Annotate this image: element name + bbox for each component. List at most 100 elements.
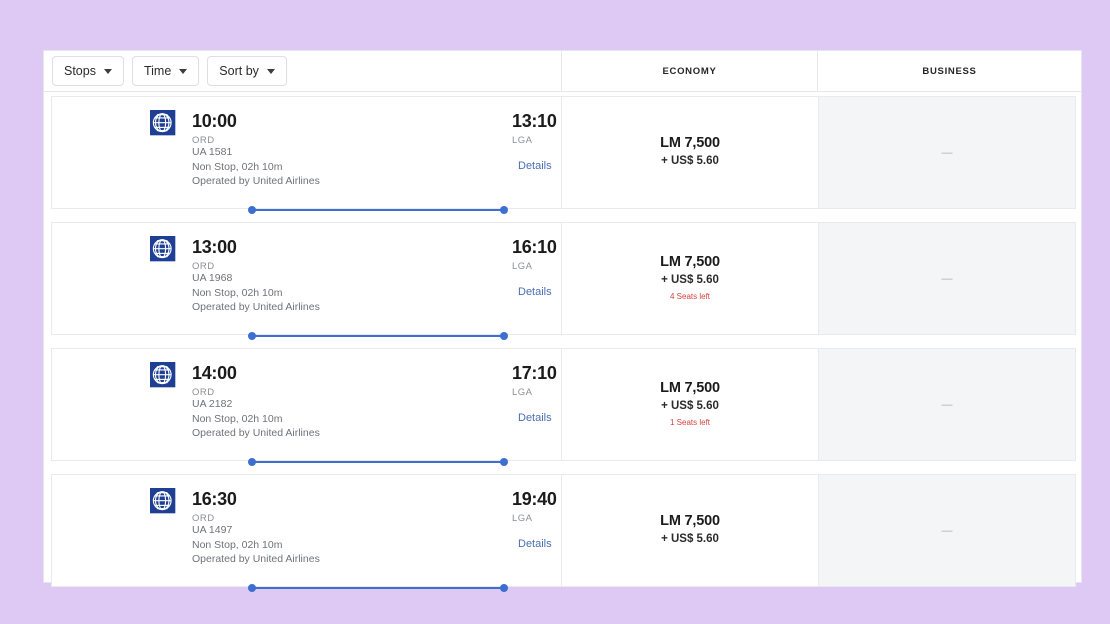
route-destination-dot-icon [500,458,508,466]
itinerary-cell: 10:00 ORD 13:10 LGA UA 1581 Non Stop, 02… [52,97,562,214]
flight-meta: UA 1581 Non Stop, 02h 10m Operated by Un… [192,145,320,189]
operated-by: Operated by United Airlines [192,175,320,187]
business-price: — [941,524,953,537]
arrival-time: 13:10 [512,111,557,131]
economy-price: LM 7,500 [660,135,720,151]
chevron-down-icon [103,68,112,74]
route-destination-dot-icon [500,584,508,592]
route-line [248,584,508,592]
column-header-business: BUSINESS [817,51,1081,91]
fare-economy-cell[interactable]: LM 7,500 + US$ 5.60 [562,97,818,208]
economy-price: LM 7,500 [660,513,720,529]
flight-number: UA 1497 [192,524,233,536]
fare-economy-cell[interactable]: LM 7,500 + US$ 5.60 [562,475,818,586]
arrival-block: 19:40 LGA [512,488,557,526]
flight-meta: UA 1968 Non Stop, 02h 10m Operated by Un… [192,271,320,315]
stops-and-duration: Non Stop, 02h 10m [192,538,283,551]
departure-time: 14:00 [192,363,237,383]
departure-block: 13:00 ORD [192,236,237,274]
departure-time: 13:00 [192,237,237,257]
arrival-block: 17:10 LGA [512,362,557,400]
united-airlines-logo-icon [150,236,176,262]
fare-business-cell: — [818,475,1075,586]
filter-button-group: Stops Time Sort by [44,51,561,91]
details-link[interactable]: Details [518,286,552,298]
operated-by: Operated by United Airlines [192,427,320,439]
arrival-time: 17:10 [512,363,557,383]
economy-tax: + US$ 5.60 [661,400,719,412]
itinerary-cell: 14:00 ORD 17:10 LGA UA 2182 Non Stop, 02… [52,349,562,466]
business-price: — [941,272,953,285]
filter-sort-by-label: Sort by [219,63,259,78]
economy-tax: + US$ 5.60 [661,274,719,286]
arrival-time: 16:10 [512,237,557,257]
route-line [248,458,508,466]
route-destination-dot-icon [500,332,508,340]
details-link[interactable]: Details [518,160,552,172]
arrival-time: 19:40 [512,489,557,509]
departure-time: 10:00 [192,111,237,131]
economy-price: LM 7,500 [660,254,720,270]
departure-time: 16:30 [192,489,237,509]
itinerary-cell: 13:00 ORD 16:10 LGA UA 1968 Non Stop, 02… [52,223,562,340]
operated-by: Operated by United Airlines [192,301,320,313]
flight-row[interactable]: 14:00 ORD 17:10 LGA UA 2182 Non Stop, 02… [51,348,1076,466]
business-price: — [941,398,953,411]
details-link[interactable]: Details [518,412,552,424]
departure-block: 16:30 ORD [192,488,237,526]
arrival-airport: LGA [512,387,533,398]
filter-stops-button[interactable]: Stops [52,56,124,86]
stops-and-duration: Non Stop, 02h 10m [192,412,283,425]
flight-number: UA 1581 [192,146,233,158]
arrival-block: 13:10 LGA [512,110,557,148]
route-line [248,206,508,214]
economy-price: LM 7,500 [660,380,720,396]
fare-economy-cell[interactable]: LM 7,500 + US$ 5.60 4 Seats left [562,223,818,334]
united-airlines-logo-icon [150,362,176,388]
flight-number: UA 2182 [192,398,233,410]
united-airlines-logo-icon [150,110,176,136]
operated-by: Operated by United Airlines [192,553,320,565]
route-destination-dot-icon [500,206,508,214]
details-link[interactable]: Details [518,538,552,550]
chevron-down-icon [179,68,188,74]
route-bar [252,587,504,589]
united-airlines-logo-icon [150,488,176,514]
arrival-airport: LGA [512,135,533,146]
arrival-airport: LGA [512,261,533,272]
economy-tax: + US$ 5.60 [661,533,719,545]
flight-results-panel: Stops Time Sort by ECONOMY BUSINESS 10:0… [43,50,1082,592]
flight-meta: UA 2182 Non Stop, 02h 10m Operated by Un… [192,397,320,441]
fare-business-cell: — [818,223,1075,334]
filter-time-button[interactable]: Time [131,56,200,86]
departure-block: 10:00 ORD [192,110,237,148]
results-toolbar: Stops Time Sort by ECONOMY BUSINESS [44,51,1081,91]
filter-stops-label: Stops [64,63,96,78]
chevron-down-icon [266,68,275,74]
fare-economy-cell[interactable]: LM 7,500 + US$ 5.60 1 Seats left [562,349,818,460]
economy-tax: + US$ 5.60 [661,155,719,167]
stops-and-duration: Non Stop, 02h 10m [192,286,283,299]
flight-row[interactable]: 13:00 ORD 16:10 LGA UA 1968 Non Stop, 02… [51,222,1076,340]
route-bar [252,335,504,337]
column-header-economy: ECONOMY [561,51,817,91]
route-bar [252,461,504,463]
route-line [248,332,508,340]
departure-block: 14:00 ORD [192,362,237,400]
filter-time-label: Time [143,63,172,78]
route-bar [252,209,504,211]
flight-list: 10:00 ORD 13:10 LGA UA 1581 Non Stop, 02… [44,91,1081,592]
economy-seats-left: 4 Seats left [669,292,711,301]
arrival-block: 16:10 LGA [512,236,557,274]
flight-row[interactable]: 16:30 ORD 19:40 LGA UA 1497 Non Stop, 02… [51,474,1076,592]
flight-row[interactable]: 10:00 ORD 13:10 LGA UA 1581 Non Stop, 02… [51,96,1076,214]
fare-business-cell: — [818,349,1075,460]
fare-business-cell: — [818,97,1075,208]
economy-seats-left: 1 Seats left [669,418,711,427]
stops-and-duration: Non Stop, 02h 10m [192,160,283,173]
business-price: — [941,146,953,159]
arrival-airport: LGA [512,513,533,524]
flight-meta: UA 1497 Non Stop, 02h 10m Operated by Un… [192,523,320,567]
flight-number: UA 1968 [192,272,233,284]
filter-sort-by-button[interactable]: Sort by [207,56,287,86]
